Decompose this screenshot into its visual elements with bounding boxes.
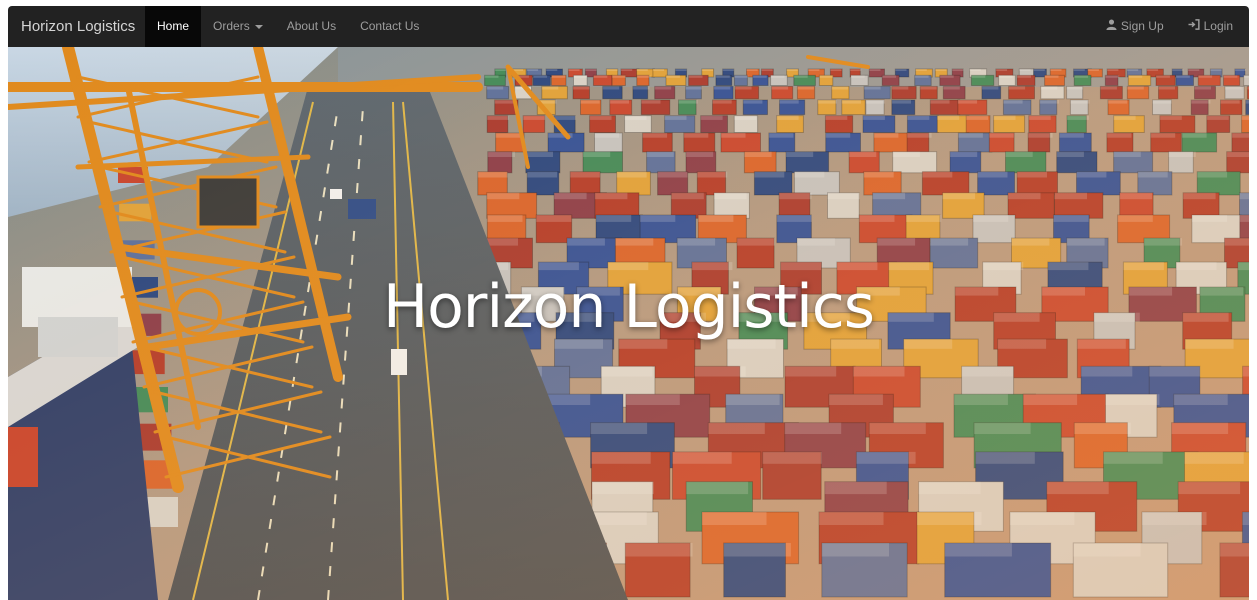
hero-title: Horizon Logistics — [382, 272, 875, 342]
navbar: Horizon Logistics Home Orders About Us C… — [8, 6, 1249, 47]
user-icon — [1106, 6, 1117, 47]
nav-item-home[interactable]: Home — [145, 6, 202, 47]
login-link[interactable]: Login — [1172, 6, 1241, 47]
nav-item-about-us-label: About Us — [286, 19, 337, 33]
nav-item-orders[interactable]: Orders — [201, 6, 275, 47]
nav-item-orders-label: Orders — [213, 19, 250, 33]
nav-item-contact-us-label: Contact Us — [360, 19, 420, 33]
nav-menu: Home Orders About Us Contact Us — [145, 6, 431, 47]
sign-up-link[interactable]: Sign Up — [1090, 6, 1172, 47]
login-label: Login — [1203, 19, 1233, 33]
hero-banner: Horizon Logistics — [8, 47, 1249, 600]
nav-item-home-label: Home — [157, 19, 190, 33]
caret-down-icon — [254, 24, 263, 29]
navbar-brand[interactable]: Horizon Logistics — [21, 6, 135, 47]
nav-right: Sign Up Login — [1090, 6, 1241, 47]
sign-up-label: Sign Up — [1120, 19, 1164, 33]
page-frame: Horizon Logistics Home Orders About Us C… — [8, 6, 1249, 600]
login-icon — [1188, 6, 1200, 47]
nav-item-contact-us[interactable]: Contact Us — [348, 6, 431, 47]
nav-item-about-us[interactable]: About Us — [275, 6, 348, 47]
